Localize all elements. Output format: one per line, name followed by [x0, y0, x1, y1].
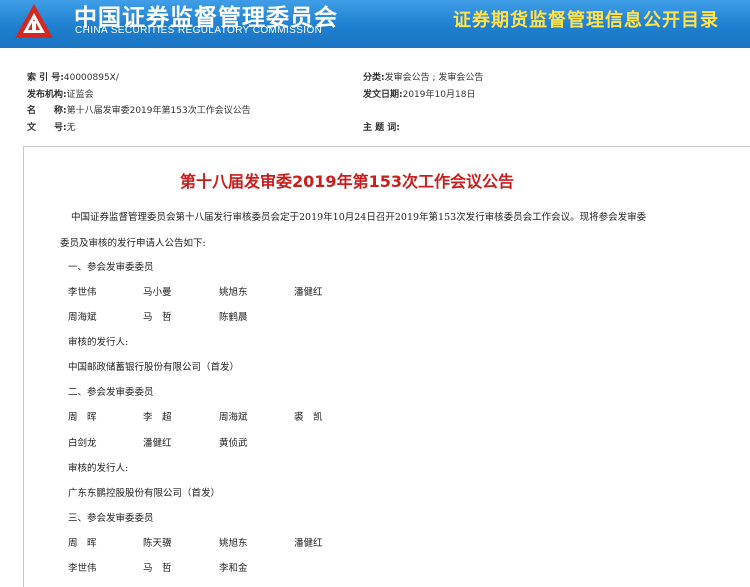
- meta-date-label: 发文日期:: [363, 90, 403, 100]
- meta-category-label: 分类:: [363, 73, 385, 83]
- section-3-member: 李世伟: [68, 563, 97, 574]
- section-2-member: 周海斌: [219, 412, 248, 423]
- org-name-en[interactable]: CHINA SECURITIES REGULATORY COMMISSION: [75, 25, 322, 36]
- site-header: 中国证券监督管理委员会 CHINA SECURITIES REGULATORY …: [0, 0, 750, 48]
- meta-subject: 主 题 词:: [363, 122, 400, 134]
- section-3-member: 李和金: [219, 563, 248, 574]
- section-1-member: 马 哲: [143, 312, 172, 323]
- meta-category-value: 发审会公告 ; 发审会公告: [384, 73, 484, 83]
- meta-docno-label: 文 号:: [27, 123, 67, 133]
- section-1-member: 马小曼: [143, 287, 172, 298]
- section-1-heading: 一、参会发审委委员: [68, 262, 154, 273]
- intro-line-2: 委员及审核的发行申请人公告如下:: [60, 238, 206, 249]
- section-2-heading: 二、参会发审委委员: [68, 387, 154, 398]
- meta-name: 名 称:第十八届发审委2019年第153次工作会议公告: [27, 105, 251, 117]
- section-1-member: 李世伟: [68, 287, 97, 298]
- section-2-issuer-label: 审核的发行人:: [68, 463, 129, 474]
- section-3-member: 姚旭东: [219, 538, 248, 549]
- section-3-heading: 三、参会发审委委员: [68, 513, 154, 524]
- section-1-member: 周海斌: [68, 312, 97, 323]
- meta-category: 分类:发审会公告 ; 发审会公告: [363, 72, 483, 84]
- section-2-member: 潘健红: [143, 438, 172, 449]
- section-2-member: 黄侦武: [219, 438, 248, 449]
- meta-index: 索 引 号:40000895X/: [27, 72, 119, 84]
- section-3-member: 陈天骥: [143, 538, 172, 549]
- meta-index-value: 40000895X/: [63, 73, 119, 83]
- section-1-member: 姚旭东: [219, 287, 248, 298]
- section-3-member: 潘健红: [294, 538, 323, 549]
- section-1-issuer: 中国邮政储蓄银行股份有限公司（首发）: [68, 362, 240, 373]
- section-3-member: 周 晖: [68, 538, 97, 549]
- meta-publisher: 发布机构:证监会: [27, 89, 94, 101]
- section-2-issuer: 广东东鹏控股股份有限公司（首发）: [68, 488, 221, 499]
- section-2-member: 李 超: [143, 412, 172, 423]
- meta-subject-label: 主 题 词:: [363, 123, 400, 133]
- section-2-member: 白剑龙: [68, 438, 97, 449]
- meta-index-label: 索 引 号:: [27, 73, 64, 83]
- csrc-logo-icon[interactable]: [14, 3, 54, 39]
- section-1-issuer-label: 审核的发行人:: [68, 337, 129, 348]
- meta-date-value: 2019年10月18日: [402, 90, 476, 100]
- meta-date: 发文日期:2019年10月18日: [363, 89, 475, 101]
- meta-name-value: 第十八届发审委2019年第153次工作会议公告: [66, 106, 251, 116]
- meta-publisher-label: 发布机构:: [27, 90, 67, 100]
- section-1-member: 陈鹤晨: [219, 312, 248, 323]
- site-title[interactable]: 证券期货监督管理信息公开目录: [453, 6, 719, 32]
- section-1-member: 潘健红: [294, 287, 323, 298]
- section-2-member: 裘 凯: [294, 412, 323, 423]
- meta-docno: 文 号:无: [27, 122, 76, 134]
- meta-name-label: 名 称:: [27, 106, 67, 116]
- section-3-member: 马 哲: [143, 563, 172, 574]
- intro-line-1: 中国证券监督管理委员会第十八届发行审核委员会定于2019年10月24日召开201…: [71, 212, 647, 223]
- meta-publisher-value: 证监会: [66, 90, 94, 100]
- meta-docno-value: 无: [66, 123, 76, 133]
- section-2-member: 周 晖: [68, 412, 97, 423]
- document-title: 第十八届发审委2019年第153次工作会议公告: [180, 172, 514, 191]
